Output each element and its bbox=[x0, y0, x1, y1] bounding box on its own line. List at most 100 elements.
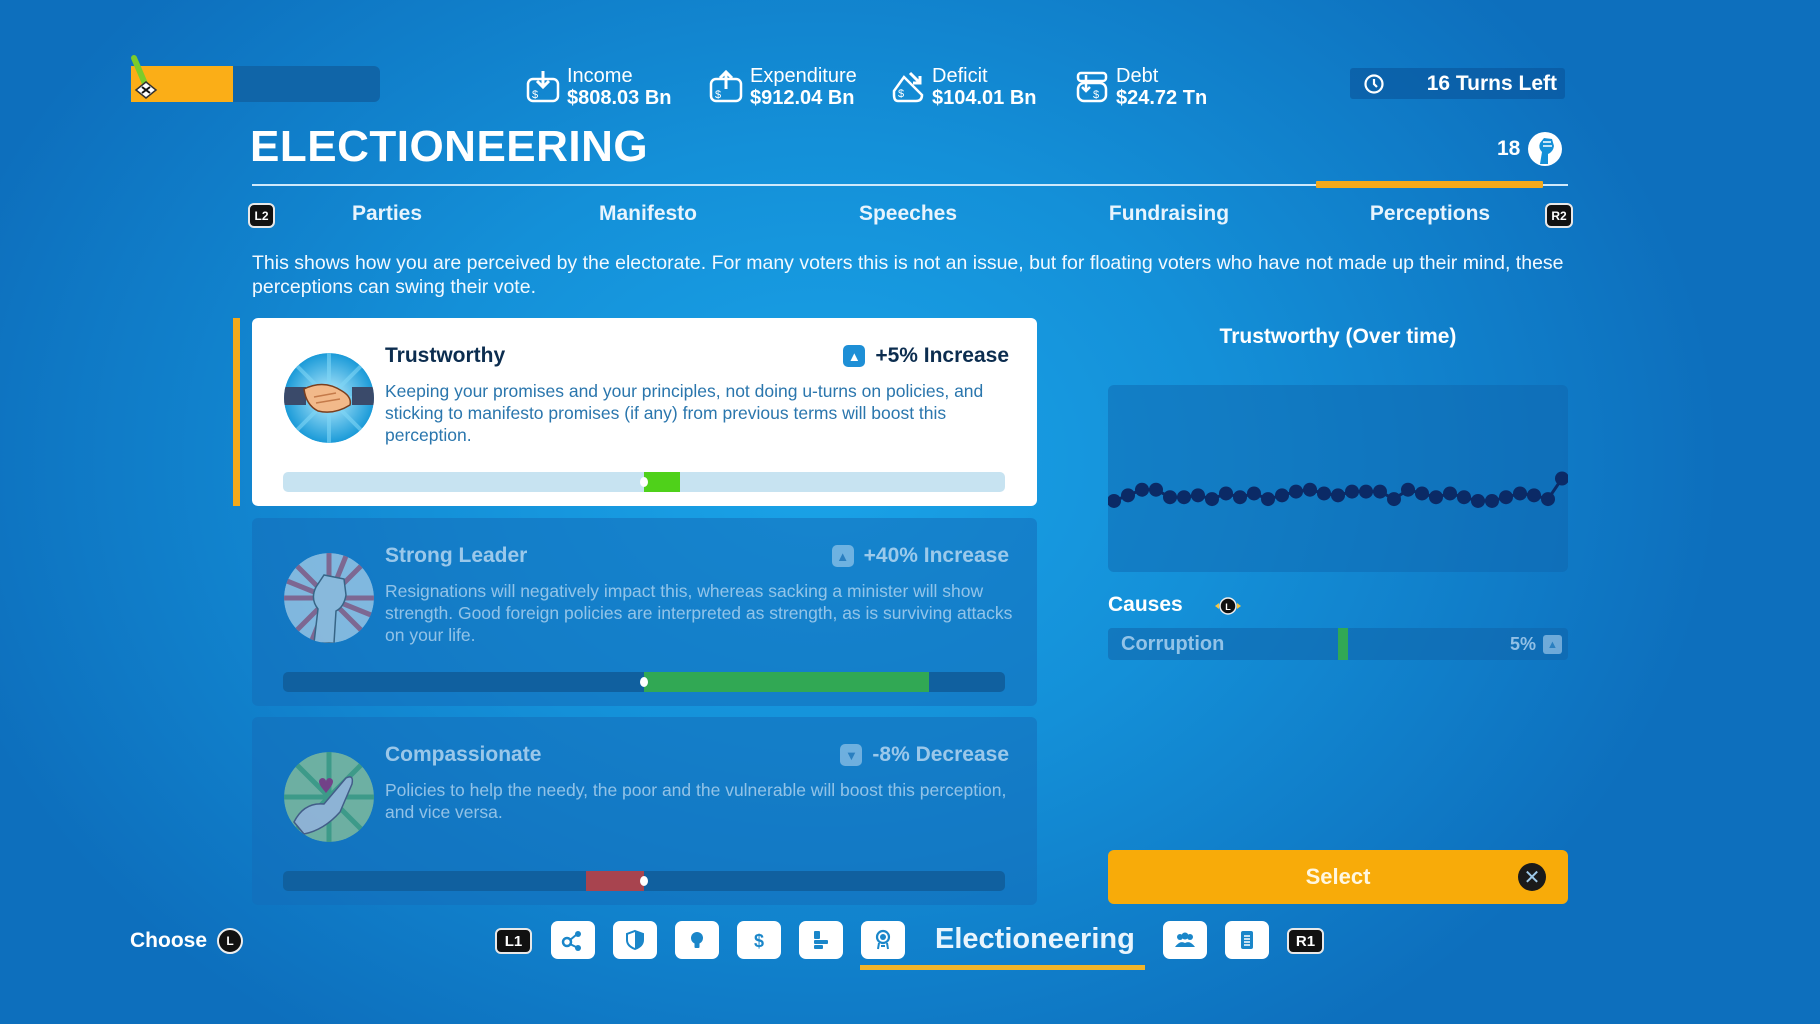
data-point bbox=[1527, 488, 1541, 503]
perception-card-compassionate[interactable]: Compassionate ▼ -8% Decrease Policies to… bbox=[252, 717, 1037, 905]
active-section-label: Electioneering bbox=[935, 923, 1135, 955]
turns-left-text: 16 Turns Left bbox=[1426, 71, 1557, 95]
cause-item-corruption[interactable]: Corruption 5% ▲ bbox=[1108, 628, 1568, 660]
perception-description: Resignations will negatively impact this… bbox=[385, 581, 1013, 645]
perception-card-trustworthy[interactable]: Trustworthy ▲ +5% Increase Keeping your … bbox=[252, 318, 1037, 506]
r2-shoulder-button[interactable]: R2 bbox=[1545, 203, 1573, 228]
select-button-label: Select bbox=[1305, 864, 1371, 889]
svg-text:$: $ bbox=[532, 89, 538, 101]
perception-name: Compassionate bbox=[385, 743, 542, 766]
income-stat: $ Income $808.03 Bn bbox=[525, 62, 672, 112]
political-capital: 18 bbox=[1497, 130, 1564, 168]
trustworthy-history-chart bbox=[1107, 385, 1569, 572]
l2-shoulder-button[interactable]: L2 bbox=[248, 203, 275, 228]
perception-bar-fill bbox=[644, 472, 681, 492]
left-stick-icon: L bbox=[1215, 597, 1241, 615]
chart-title: Trustworthy (Over time) bbox=[1219, 325, 1457, 348]
perception-card-strong-leader[interactable]: Strong Leader ▲ +40% Increase Resignatio… bbox=[252, 518, 1037, 706]
data-point bbox=[1275, 488, 1289, 503]
data-point bbox=[1219, 486, 1233, 501]
data-point bbox=[1233, 490, 1247, 505]
perception-description: Keeping your promises and your principle… bbox=[385, 381, 984, 445]
data-point bbox=[1331, 488, 1345, 503]
data-point bbox=[1163, 490, 1177, 505]
debt-value: $24.72 Tn bbox=[1116, 87, 1208, 109]
tab-speeches[interactable]: Speeches bbox=[859, 202, 957, 226]
nav-share-network[interactable] bbox=[551, 921, 595, 959]
data-point bbox=[1457, 490, 1471, 505]
cause-marker bbox=[1338, 628, 1348, 660]
l1-shoulder-button[interactable]: L1 bbox=[495, 928, 532, 954]
tab-bar: L2 Parties Manifesto Speeches Fundraisin… bbox=[248, 200, 1574, 232]
svg-text:$: $ bbox=[1093, 89, 1099, 101]
perception-change: ▲ +5% Increase bbox=[843, 344, 1009, 368]
perception-change: ▲ +40% Increase bbox=[831, 544, 1009, 568]
data-point bbox=[1429, 490, 1443, 505]
page-title: ELECTIONEERING bbox=[250, 122, 649, 171]
election-progress-bar bbox=[131, 66, 380, 102]
tab-parties[interactable]: Parties bbox=[352, 202, 422, 226]
expenditure-icon: $ bbox=[709, 69, 743, 103]
perception-bar-fill bbox=[586, 871, 644, 891]
select-button[interactable]: Select ✕ bbox=[1108, 850, 1568, 904]
data-point bbox=[1499, 490, 1513, 505]
deficit-label: Deficit bbox=[932, 65, 988, 87]
cause-percent: 5% bbox=[1509, 634, 1536, 654]
data-point bbox=[1303, 482, 1317, 497]
data-point bbox=[1261, 492, 1275, 507]
data-point bbox=[1443, 486, 1457, 501]
handshake-icon bbox=[284, 353, 374, 443]
caring-hand-icon bbox=[284, 752, 374, 842]
cause-name: Corruption bbox=[1121, 633, 1225, 655]
data-point bbox=[1135, 482, 1149, 497]
income-value: $808.03 Bn bbox=[567, 87, 672, 109]
shield-icon bbox=[626, 929, 644, 951]
nav-shield[interactable] bbox=[613, 921, 657, 959]
nav-lightbulb[interactable] bbox=[675, 921, 719, 959]
svg-text:$: $ bbox=[715, 89, 721, 101]
perception-change-text: +5% Increase bbox=[875, 344, 1009, 367]
expenditure-stat: $ Expenditure $912.04 Bn bbox=[708, 62, 857, 112]
lightbulb-icon bbox=[691, 932, 703, 948]
data-point bbox=[1107, 493, 1121, 508]
chart-icon bbox=[814, 931, 828, 949]
perception-bar bbox=[283, 672, 1005, 692]
perception-bar-fill bbox=[644, 672, 930, 692]
tab-perceptions[interactable]: Perceptions bbox=[1370, 202, 1490, 226]
perception-bar-marker bbox=[640, 477, 648, 487]
active-tab-indicator bbox=[1316, 181, 1543, 188]
svg-text:$: $ bbox=[754, 931, 764, 951]
perception-change-text: -8% Decrease bbox=[872, 743, 1009, 766]
data-point bbox=[1541, 492, 1555, 507]
perceptions-description: This shows how you are perceived by the … bbox=[252, 252, 1564, 298]
debt-label: Debt bbox=[1116, 65, 1159, 87]
nav-finance[interactable]: $ bbox=[737, 921, 781, 959]
data-point bbox=[1247, 486, 1261, 501]
fist-icon bbox=[284, 553, 374, 643]
document-icon bbox=[1241, 931, 1253, 949]
data-point bbox=[1359, 484, 1373, 499]
data-point bbox=[1471, 493, 1485, 508]
data-point bbox=[1205, 492, 1219, 507]
tab-manifesto[interactable]: Manifesto bbox=[599, 202, 697, 226]
nav-statistics[interactable] bbox=[799, 921, 843, 959]
data-point bbox=[1121, 488, 1135, 503]
data-point bbox=[1149, 482, 1163, 497]
data-point bbox=[1345, 484, 1359, 499]
arrow-up-icon: ▲ bbox=[831, 545, 854, 567]
data-point bbox=[1177, 490, 1191, 505]
data-point bbox=[1317, 486, 1331, 501]
nav-electioneering[interactable] bbox=[861, 921, 905, 959]
nav-document[interactable] bbox=[1225, 921, 1269, 959]
svg-text:$: $ bbox=[898, 88, 904, 100]
raised-fist-icon bbox=[1528, 132, 1563, 166]
choose-hint: Choose L bbox=[130, 928, 244, 954]
nav-voter-groups[interactable] bbox=[1163, 921, 1207, 959]
tab-fundraising[interactable]: Fundraising bbox=[1109, 202, 1229, 226]
r1-shoulder-button[interactable]: R1 bbox=[1287, 928, 1324, 954]
perception-bar-marker bbox=[640, 876, 648, 886]
perception-description: Policies to help the needy, the poor and… bbox=[385, 780, 1007, 822]
active-section-underline bbox=[860, 965, 1145, 970]
perception-name: Strong Leader bbox=[385, 544, 528, 567]
debt-icon: $ bbox=[1076, 71, 1108, 103]
